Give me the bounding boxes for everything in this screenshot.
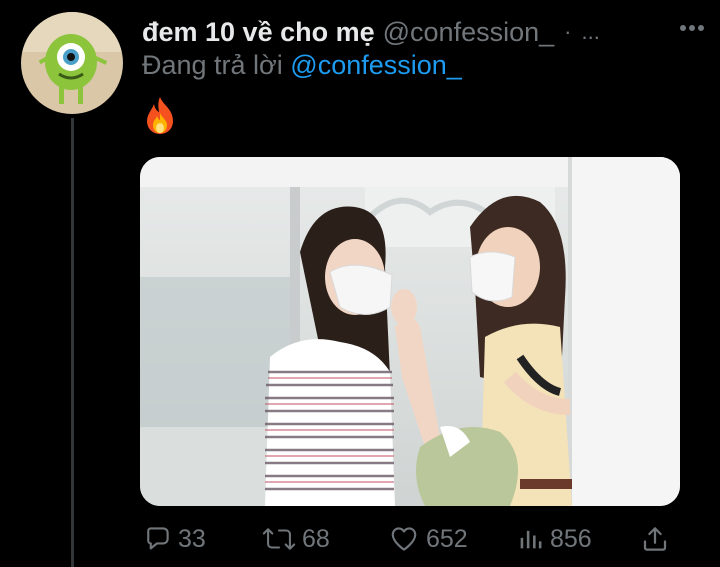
reply-button[interactable]: 33 xyxy=(142,518,206,560)
tweet-photo[interactable] xyxy=(140,157,680,506)
views-button[interactable]: 856 xyxy=(516,518,592,560)
analytics-icon xyxy=(520,530,542,549)
user-handle[interactable]: @confession_ xyxy=(383,17,555,48)
like-count: 652 xyxy=(426,524,468,553)
retweet-button[interactable]: 68 xyxy=(262,518,330,560)
tweet-header: đem 10 về cho mẹ @confession_ · ... xyxy=(142,12,700,52)
share-button[interactable] xyxy=(640,518,670,560)
fire-emoji-icon xyxy=(143,95,177,135)
replying-to-mention[interactable]: @confession_ xyxy=(290,50,462,80)
retweet-count: 68 xyxy=(302,524,330,553)
handle-ellipsis: ... xyxy=(581,19,600,44)
tweet-action-bar: 33 68 652 856 xyxy=(140,518,680,560)
reply-count: 33 xyxy=(178,524,206,553)
mike-wazowski-avatar-icon xyxy=(21,12,123,114)
more-options-icon[interactable] xyxy=(674,14,710,42)
separator-dot: · xyxy=(564,19,572,44)
replying-to-label: Đang trả lời xyxy=(142,50,283,80)
user-avatar[interactable] xyxy=(21,12,123,114)
display-name[interactable]: đem 10 về cho mẹ xyxy=(142,17,375,48)
share-icon xyxy=(643,527,667,551)
thread-connector-line xyxy=(71,118,74,567)
heart-icon xyxy=(391,527,417,551)
replying-to: Đang trả lời @confession_ xyxy=(142,50,462,81)
like-button[interactable]: 652 xyxy=(388,518,468,560)
views-count: 856 xyxy=(550,524,592,553)
retweet-icon xyxy=(262,528,296,550)
reply-icon xyxy=(147,527,169,550)
photo-image xyxy=(140,157,680,506)
